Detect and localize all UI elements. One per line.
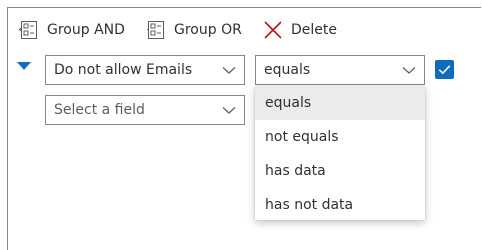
group-and-button[interactable]: Group AND xyxy=(19,19,125,41)
chevron-down-icon xyxy=(222,107,236,114)
dropdown-option[interactable]: has data xyxy=(255,154,425,188)
operator-select-value: equals xyxy=(264,62,311,78)
dropdown-option[interactable]: equals xyxy=(255,86,425,120)
condition-checkbox[interactable] xyxy=(435,60,454,79)
group-and-label: Group AND xyxy=(47,22,125,38)
group-and-icon xyxy=(19,20,39,40)
field-select-value: Do not allow Emails xyxy=(54,62,193,78)
chevron-down-icon xyxy=(402,67,416,74)
dropdown-option[interactable]: not equals xyxy=(255,120,425,154)
group-or-icon xyxy=(146,20,166,40)
field-select-placeholder: Select a field xyxy=(54,102,145,118)
close-icon xyxy=(263,20,283,40)
chevron-down-icon xyxy=(222,67,236,74)
operator-select[interactable]: equals xyxy=(255,55,425,85)
delete-button[interactable]: Delete xyxy=(263,19,337,41)
checkmark-icon xyxy=(438,65,451,75)
field-select[interactable]: Do not allow Emails xyxy=(45,55,245,85)
operator-dropdown-list: equals not equals has data has not data xyxy=(255,86,425,220)
group-or-button[interactable]: Group OR xyxy=(146,19,242,41)
group-or-label: Group OR xyxy=(174,22,242,38)
dropdown-option[interactable]: has not data xyxy=(255,188,425,222)
field-select-2[interactable]: Select a field xyxy=(45,95,245,125)
delete-label: Delete xyxy=(291,22,337,38)
collapse-chevron-icon[interactable] xyxy=(17,62,31,70)
